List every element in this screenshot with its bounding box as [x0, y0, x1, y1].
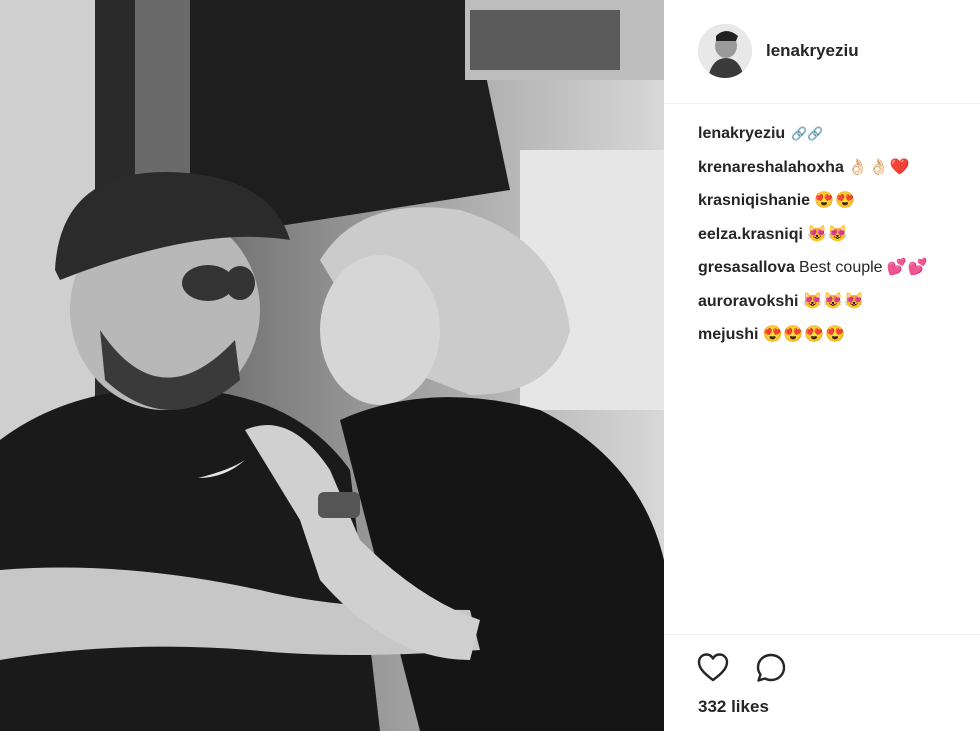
link-icon: 🔗🔗 [791, 126, 824, 141]
avatar-image [698, 24, 752, 78]
comment-emoji: 💕💕 [886, 259, 929, 276]
speech-bubble-icon[interactable] [754, 651, 788, 685]
likes-count[interactable]: 332 likes [698, 697, 769, 717]
comment-emoji: 😻😻 [806, 225, 849, 243]
comment-item: auroravokshi 😻😻😻 [698, 290, 968, 324]
comment-item: gresasallova Best couple 💕💕 [698, 256, 968, 290]
comment-emoji: 😍😍 [814, 192, 856, 209]
comment-username[interactable]: eelza.krasniqi [698, 226, 803, 243]
comment-username[interactable]: mejushi [698, 326, 758, 343]
post-photo[interactable] [0, 0, 664, 731]
comments-list: lenakryeziu 🔗🔗 krenareshalahoxha 👌🏻👌🏻❤️ kr… [698, 122, 968, 357]
comment-username[interactable]: gresasallova [698, 259, 795, 276]
post-sidebar: lenakryeziu lenakryeziu 🔗🔗 krenareshalaho… [664, 0, 980, 731]
heart-icon[interactable] [696, 651, 730, 685]
comment-username[interactable]: krasniqishanie [698, 192, 810, 209]
comment-item: lenakryeziu 🔗🔗 [698, 122, 968, 156]
comment-username[interactable]: lenakryeziu [698, 125, 785, 142]
avatar[interactable] [698, 24, 752, 78]
photo-illustration [0, 0, 664, 731]
header-username[interactable]: lenakryeziu [766, 41, 859, 61]
comment-text: Best couple [798, 259, 883, 276]
comment-emoji: 😻😻😻 [802, 292, 866, 310]
post-header: lenakryeziu [664, 0, 980, 104]
comment-item: krenareshalahoxha 👌🏻👌🏻❤️ [698, 156, 968, 190]
comment-username[interactable]: auroravokshi [698, 293, 798, 310]
comment-emoji: 👌🏻👌🏻❤️ [847, 158, 911, 176]
post-actions: 332 likes [664, 634, 980, 732]
comment-item: eelza.krasniqi 😻😻 [698, 223, 968, 257]
comment-item: krasniqishanie 😍😍 [698, 189, 968, 223]
comment-item: mejushi 😍😍😍😍 [698, 323, 968, 357]
comment-emoji: 😍😍😍😍 [762, 326, 847, 343]
comment-username[interactable]: krenareshalahoxha [698, 159, 844, 176]
